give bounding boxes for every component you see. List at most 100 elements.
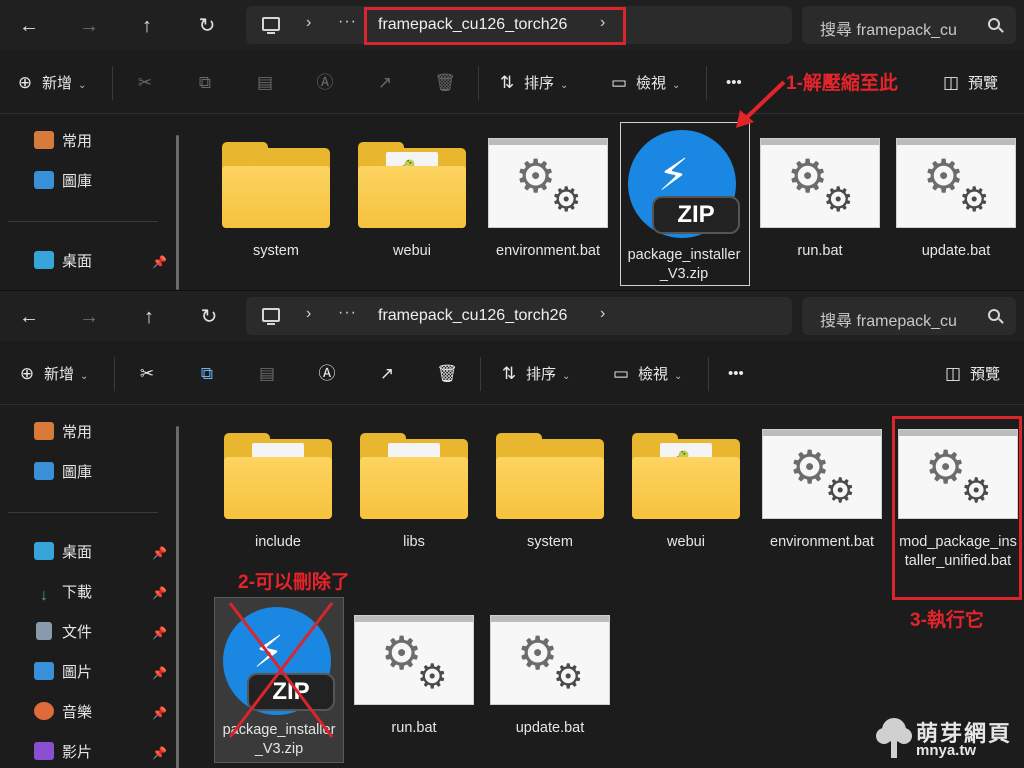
- address-bar[interactable]: › ··· framepack_cu126_torch26 ›: [246, 297, 792, 335]
- red-highlight-box: [892, 416, 1022, 600]
- sort-label: 排序: [524, 75, 555, 92]
- pictures-icon: [34, 662, 54, 680]
- new-button[interactable]: ⊕ 新增 ⌄: [16, 363, 89, 385]
- forward-arrow-icon[interactable]: →: [76, 13, 102, 39]
- paste-button[interactable]: ▤: [254, 72, 282, 94]
- this-pc-icon[interactable]: [262, 17, 280, 34]
- chevron-down-icon: ⌄: [672, 80, 681, 91]
- folder-icon: ■□■: [360, 433, 468, 521]
- annotation-can-delete: 2-可以刪除了: [238, 572, 350, 593]
- refresh-icon[interactable]: ↻: [194, 13, 220, 39]
- home-icon: [34, 422, 54, 440]
- chevron-down-icon: ⌄: [674, 371, 683, 382]
- sidebar-item-documents[interactable]: 文件: [34, 622, 92, 644]
- sidebar-item-home[interactable]: 常用: [34, 131, 92, 153]
- sidebar-item-label: 下載: [62, 584, 93, 601]
- pin-icon[interactable]: 📌: [152, 666, 167, 680]
- sidebar-item-gallery[interactable]: 圖庫: [34, 462, 92, 484]
- share-button[interactable]: ↗: [374, 72, 402, 94]
- search-input[interactable]: 搜尋 framepack_cu: [802, 6, 1016, 44]
- view-button[interactable]: ▭ 檢視 ⌄: [610, 363, 682, 385]
- view-button[interactable]: ▭ 檢視 ⌄: [608, 72, 680, 94]
- sidebar-item-label: 常用: [62, 133, 93, 150]
- sidebar-item-downloads[interactable]: ↓ 下載: [34, 582, 92, 604]
- sort-label: 排序: [526, 366, 557, 383]
- search-input[interactable]: 搜尋 framepack_cu: [802, 297, 1016, 335]
- rename-button[interactable]: Ⓐ: [314, 72, 342, 94]
- sort-button[interactable]: ⇅ 排序 ⌄: [498, 363, 571, 385]
- chevron-right-icon[interactable]: ›: [600, 305, 605, 323]
- explorer-window-bottom: ← → ↑ ↻ › ··· framepack_cu126_torch26 › …: [0, 290, 1024, 768]
- sidebar-item-label: 常用: [62, 424, 93, 441]
- toolbar-divider: [708, 357, 709, 391]
- pin-icon[interactable]: 📌: [152, 626, 167, 640]
- bolt-icon: ⚡: [658, 151, 689, 200]
- sort-button[interactable]: ⇅ 排序 ⌄: [496, 72, 569, 94]
- new-button[interactable]: ⊕ 新增 ⌄: [14, 72, 87, 94]
- pin-icon[interactable]: 📌: [152, 706, 167, 720]
- share-button[interactable]: ↗: [376, 363, 404, 385]
- sidebar-item-videos[interactable]: 影片: [34, 742, 92, 764]
- pin-icon[interactable]: 📌: [152, 586, 167, 600]
- copy-button[interactable]: ⧉: [194, 72, 222, 94]
- forward-arrow-icon[interactable]: →: [76, 304, 102, 330]
- more-path-icon[interactable]: ···: [338, 304, 357, 322]
- chevron-right-icon[interactable]: ›: [306, 14, 311, 32]
- cut-button[interactable]: ✂: [134, 72, 162, 94]
- sidebar-item-desktop[interactable]: 桌面: [34, 251, 92, 273]
- pin-icon[interactable]: 📌: [152, 746, 167, 760]
- toolbar-divider: [112, 66, 113, 100]
- pin-icon[interactable]: 📌: [152, 546, 167, 560]
- pin-icon[interactable]: 📌: [152, 255, 167, 269]
- back-arrow-icon[interactable]: ←: [16, 13, 42, 39]
- sidebar-scrollbar[interactable]: [176, 135, 179, 290]
- sidebar-item-gallery[interactable]: 圖庫: [34, 171, 92, 193]
- back-arrow-icon[interactable]: ←: [16, 304, 42, 330]
- view-label: 檢視: [638, 366, 669, 383]
- sidebar-scrollbar[interactable]: [176, 426, 179, 768]
- file-name: run.bat: [797, 243, 843, 259]
- sidebar-item-music[interactable]: 音樂: [34, 702, 92, 724]
- folder-thumbnail: 🐍: [632, 429, 740, 519]
- cut-button[interactable]: ✂: [136, 363, 164, 385]
- preview-pane-button[interactable]: ◫ 預覽: [942, 363, 1000, 385]
- this-pc-icon[interactable]: [262, 308, 280, 325]
- sidebar-item-label: 音樂: [62, 704, 93, 721]
- paste-button[interactable]: ▤: [256, 363, 284, 385]
- delete-button[interactable]: 🗑: [434, 72, 462, 94]
- file-name: include: [255, 534, 301, 550]
- sidebar-item-label: 圖庫: [62, 173, 93, 190]
- rename-button[interactable]: Ⓐ: [316, 363, 344, 385]
- sidebar-item-pictures[interactable]: 圖片: [34, 662, 92, 684]
- search-icon[interactable]: [988, 18, 1000, 30]
- watermark: 萌芽網頁 mnya.tw: [872, 714, 1018, 764]
- more-options-button[interactable]: •••: [728, 363, 744, 385]
- more-path-icon[interactable]: ···: [338, 13, 357, 31]
- preview-pane-button[interactable]: ◫ 預覽: [940, 72, 998, 94]
- sidebar-item-label: 圖片: [62, 664, 93, 681]
- copy-icon: ⧉: [198, 73, 212, 92]
- copy-button[interactable]: ⧉: [196, 363, 224, 385]
- sidebar-item-desktop[interactable]: 桌面: [34, 542, 92, 564]
- up-arrow-icon[interactable]: ↑: [134, 13, 160, 39]
- preview-label: 預覽: [970, 366, 1001, 383]
- sidebar-item-label: 影片: [62, 744, 93, 761]
- up-arrow-icon[interactable]: ↑: [136, 304, 162, 330]
- music-icon: [34, 702, 54, 720]
- home-icon: [34, 131, 54, 149]
- delete-button[interactable]: 🗑: [436, 363, 464, 385]
- file-name: environment.bat: [770, 534, 874, 550]
- folder-thumbnail: 🐍: [358, 138, 466, 228]
- toolbar-divider: [480, 357, 481, 391]
- file-name: system: [527, 534, 573, 550]
- view-label: 檢視: [636, 75, 667, 92]
- breadcrumb-current[interactable]: framepack_cu126_torch26: [378, 307, 567, 325]
- folder-thumbnail: ■□■: [360, 429, 468, 519]
- gallery-icon: [34, 462, 54, 480]
- refresh-icon[interactable]: ↻: [196, 304, 222, 330]
- search-icon[interactable]: [988, 309, 1000, 321]
- gear-icon: ⚙: [823, 180, 854, 220]
- chevron-right-icon[interactable]: ›: [306, 305, 311, 323]
- sidebar-item-home[interactable]: 常用: [34, 422, 92, 444]
- python-folder-icon: 🐍: [358, 142, 466, 230]
